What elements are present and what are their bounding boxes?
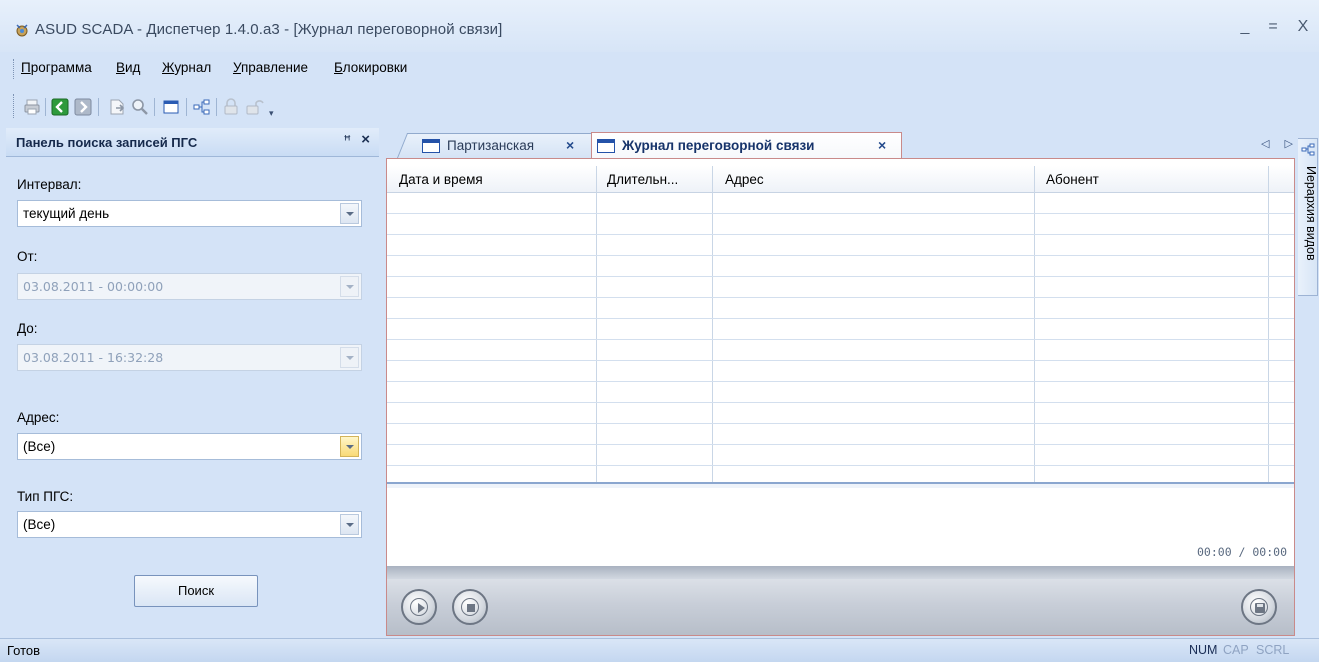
search-panel-title: Панель поиска записей ПГС — [16, 135, 198, 150]
cap-indicator: CAP — [1223, 643, 1249, 657]
chevron-down-icon — [340, 276, 359, 297]
toolbar-separator — [216, 98, 217, 116]
panel-close-icon[interactable]: × — [361, 131, 370, 148]
back-icon[interactable] — [51, 98, 69, 116]
export-icon[interactable] — [108, 98, 126, 116]
menu-upravlenie[interactable]: Управление — [233, 60, 308, 75]
from-value: 03.08.2011 - 00:00:00 — [23, 279, 164, 294]
toolbar-separator — [186, 98, 187, 116]
close-button[interactable]: X — [1292, 18, 1314, 36]
play-glyph-icon — [418, 603, 425, 613]
chevron-down-icon — [340, 347, 359, 368]
chevron-down-icon[interactable] — [340, 203, 359, 224]
app-icon — [16, 24, 28, 37]
grid-row-line — [387, 360, 1294, 361]
interval-value: текущий день — [23, 206, 110, 221]
column-header-duration[interactable]: Длительн... — [607, 172, 678, 187]
status-bar — [0, 638, 1319, 662]
document-area — [386, 158, 1295, 636]
unlock-icon[interactable] — [246, 98, 264, 116]
menu-grip — [13, 59, 17, 79]
chevron-down-icon[interactable] — [340, 436, 359, 457]
menu-programma[interactable]: Программа — [21, 60, 92, 75]
to-label: До: — [17, 321, 38, 336]
save-glyph-icon — [1255, 603, 1265, 613]
stop-button[interactable] — [452, 589, 488, 625]
pgs-type-value: (Все) — [23, 517, 56, 532]
to-value: 03.08.2011 - 16:32:28 — [23, 350, 164, 365]
tab-nav-arrows[interactable]: ◁ ▷ — [1261, 137, 1299, 150]
chevron-down-icon[interactable] — [340, 514, 359, 535]
column-header-datetime[interactable]: Дата и время — [399, 172, 483, 187]
interval-label: Интервал: — [17, 177, 82, 192]
window-icon[interactable] — [162, 98, 180, 116]
lock-icon[interactable] — [222, 98, 240, 116]
toolbar-overflow-icon[interactable]: ▾ — [269, 108, 274, 119]
search-button[interactable]: Поиск — [134, 575, 258, 607]
hierarchy-icon[interactable] — [193, 98, 211, 116]
num-indicator: NUM — [1189, 643, 1218, 657]
menu-zhurnal[interactable]: Журнал — [162, 60, 211, 75]
column-header-address[interactable]: Адрес — [725, 172, 764, 187]
pgs-type-label: Тип ПГС: — [17, 489, 74, 504]
toolbar-separator — [45, 98, 46, 116]
tab-partizanskaya-label[interactable]: Партизанская — [447, 138, 534, 153]
stop-glyph-icon — [467, 604, 475, 612]
grid-row-line — [387, 465, 1294, 466]
grid-row-line — [387, 423, 1294, 424]
save-button[interactable] — [1241, 589, 1277, 625]
menu-vid[interactable]: Вид — [116, 60, 140, 75]
zoom-icon[interactable] — [131, 98, 149, 116]
search-panel-header: Панель поиска записей ПГС ꟸ × — [6, 128, 379, 157]
document-icon — [422, 139, 440, 153]
tab-partizanskaya-close-icon[interactable]: × — [566, 137, 574, 153]
toolbar-separator — [154, 98, 155, 116]
grid-row-line — [387, 381, 1294, 382]
grid-row-line — [387, 297, 1294, 298]
grid-row-line — [387, 213, 1294, 214]
status-text: Готов — [7, 643, 41, 658]
window-title: ASUD SCADA - Диспетчер 1.4.0.a3 - [Журна… — [35, 21, 503, 38]
printer-icon[interactable] — [23, 98, 41, 116]
column-header-subscriber[interactable]: Абонент — [1046, 172, 1099, 187]
grid-row-line — [387, 318, 1294, 319]
grid-row-line — [387, 276, 1294, 277]
pgs-type-combo[interactable]: (Все) — [17, 511, 362, 538]
play-button[interactable] — [401, 589, 437, 625]
toolbar-grip — [13, 94, 17, 118]
forward-icon[interactable] — [74, 98, 92, 116]
pin-icon[interactable]: ꟸ — [344, 133, 352, 149]
playback-time: 00:00 / 00:00 — [1197, 545, 1288, 559]
grid-row-line — [387, 444, 1294, 445]
grid-header — [387, 166, 1294, 193]
menu-blokirovki[interactable]: Блокировки — [334, 60, 407, 75]
tab-zhurnal-close-icon[interactable]: × — [878, 137, 886, 153]
grid-row-line — [387, 234, 1294, 235]
document-icon — [597, 139, 615, 153]
toolbar-separator — [98, 98, 99, 116]
player-bar-top — [387, 566, 1294, 579]
interval-combo[interactable]: текущий день — [17, 200, 362, 227]
grid-row-line — [387, 402, 1294, 403]
address-combo[interactable]: (Все) — [17, 433, 362, 460]
scrl-indicator: SCRL — [1256, 643, 1290, 657]
from-datetime-field: 03.08.2011 - 00:00:00 — [17, 273, 362, 300]
tab-zhurnal-label[interactable]: Журнал переговорной связи — [622, 138, 814, 153]
minimize-button[interactable]: _ — [1234, 18, 1256, 36]
address-value: (Все) — [23, 439, 56, 454]
maximize-button[interactable]: = — [1262, 18, 1284, 36]
grid-row-line — [387, 339, 1294, 340]
grid-row-line — [387, 255, 1294, 256]
address-label: Адрес: — [17, 410, 60, 425]
hierarchy-icon — [1301, 143, 1315, 156]
to-datetime-field: 03.08.2011 - 16:32:28 — [17, 344, 362, 371]
from-label: От: — [17, 249, 38, 264]
grid-splitter[interactable] — [387, 482, 1294, 488]
side-tab-label[interactable]: Иерархия видов — [1304, 166, 1318, 261]
